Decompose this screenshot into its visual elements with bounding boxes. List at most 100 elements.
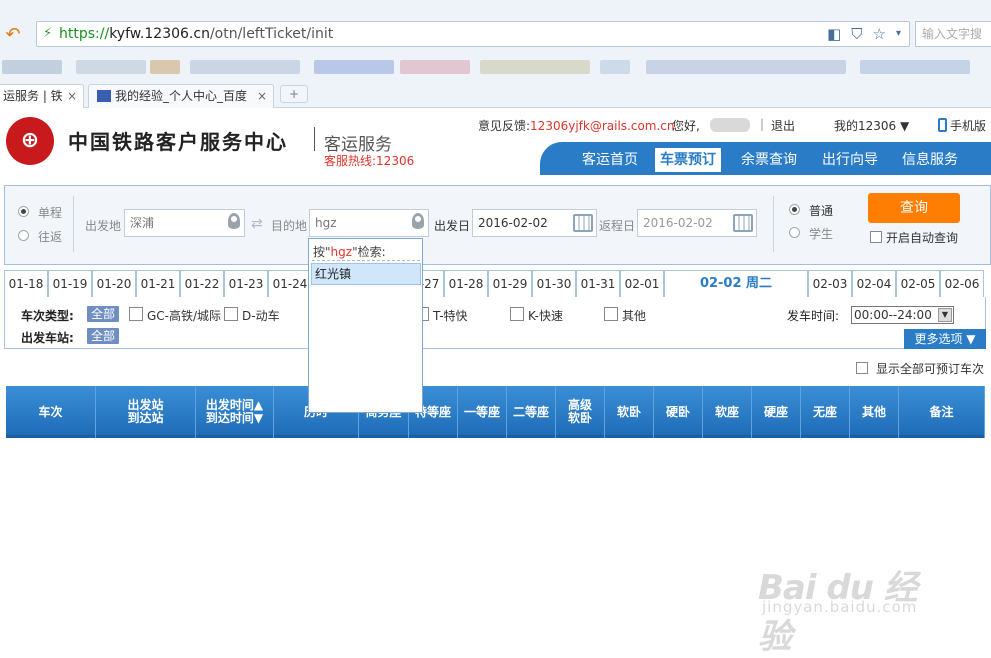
- show-all-checkbox[interactable]: [856, 362, 868, 374]
- col-header-soft-seat: 软座: [703, 386, 752, 438]
- more-options-button[interactable]: 更多选项 ▼: [904, 329, 986, 349]
- col-header-second-class: 二等座: [507, 386, 556, 438]
- nav-home[interactable]: 客运首页: [577, 148, 643, 172]
- query-button[interactable]: 查询: [868, 193, 960, 223]
- autocomplete-hint: 按"hgz"检索:: [313, 245, 386, 259]
- location-pin-icon: [228, 213, 240, 229]
- date-tab-01-22[interactable]: 01-22: [180, 270, 224, 298]
- autocomplete-result[interactable]: 红光镇: [311, 263, 421, 285]
- normal-ticket-label: 普通: [809, 204, 834, 218]
- close-icon[interactable]: ×: [67, 85, 77, 107]
- col-header-remarks: 备注: [899, 386, 985, 438]
- date-tabs: 01-1801-1901-2001-2101-2201-2301-2401-25…: [4, 270, 986, 298]
- swap-icon[interactable]: ⇄: [251, 216, 263, 232]
- tab-strip: 运服务 | 铁 × 我的经验_个人中心_百度 ×: [0, 82, 991, 108]
- date-tab-01-19[interactable]: 01-19: [48, 270, 92, 298]
- date-tab-02-04[interactable]: 02-04: [852, 270, 896, 298]
- chevron-down-icon: ▼: [938, 308, 952, 322]
- col-header-times[interactable]: 出发时间▲ 到达时间▼: [196, 386, 274, 438]
- feedback: 意见反馈:12306yjfk@rails.com.cn: [478, 119, 675, 133]
- depart-time-select[interactable]: 00:00--24:00 ▼: [851, 306, 954, 324]
- nav-remaining-tickets[interactable]: 余票查询: [736, 148, 802, 172]
- date-tab-02-06[interactable]: 02-06: [940, 270, 984, 298]
- baidu-favicon-icon: [97, 90, 111, 102]
- username-redacted[interactable]: [710, 118, 750, 132]
- round-trip-radio[interactable]: [18, 230, 29, 241]
- feedback-email-link[interactable]: 12306yjfk@rails.com.cn: [530, 119, 674, 133]
- new-tab-button[interactable]: +: [280, 85, 308, 103]
- filter-gc-checkbox[interactable]: GC-高铁/城际: [129, 307, 221, 324]
- col-header-first-class: 一等座: [458, 386, 507, 438]
- from-label: 出发地: [85, 219, 122, 233]
- col-header-soft-sleeper: 软卧: [605, 386, 654, 438]
- shield-icon[interactable]: ⛉: [851, 25, 862, 43]
- tab-12306[interactable]: 运服务 | 铁 ×: [0, 84, 84, 108]
- filter-d-checkbox[interactable]: D-动车: [224, 307, 280, 324]
- baidu-jingyan-watermark: Bai du 经验 jingyan.baidu.com: [758, 534, 938, 657]
- address-bar[interactable]: ⚡ https://kyfw.12306.cn/otn/leftTicket/i…: [36, 21, 910, 47]
- secure-bolt-icon: ⚡: [43, 26, 53, 41]
- date-tab-01-24[interactable]: 01-24: [268, 270, 312, 298]
- mobile-version-link[interactable]: 手机版: [938, 117, 986, 134]
- col-header-stations: 出发站 到达站: [96, 386, 196, 438]
- date-tab-01-28[interactable]: 01-28: [444, 270, 488, 298]
- star-icon[interactable]: ☆: [873, 25, 886, 43]
- back-arrow-icon[interactable]: ↶: [0, 22, 26, 48]
- station-autocomplete: 按"hgz"检索: 红光镇: [308, 238, 423, 413]
- nav-booking[interactable]: 车票预订: [655, 148, 721, 172]
- date-tab-02-02[interactable]: 02-02 周二: [664, 270, 808, 298]
- calendar-icon[interactable]: [733, 214, 753, 232]
- tab-baidu-jingyan[interactable]: 我的经验_个人中心_百度 ×: [88, 84, 274, 108]
- hotline: 客服热线:12306: [324, 154, 415, 168]
- url-text[interactable]: https://kyfw.12306.cn/otn/leftTicket/ini…: [59, 26, 333, 42]
- my12306-menu[interactable]: 我的12306 ▼: [834, 117, 909, 134]
- site-title: 中国铁路客户服务中心: [68, 130, 288, 154]
- col-header-hard-sleeper: 硬卧: [654, 386, 703, 438]
- date-tab-01-23[interactable]: 01-23: [224, 270, 268, 298]
- date-tab-01-30[interactable]: 01-30: [532, 270, 576, 298]
- student-ticket-label: 学生: [809, 227, 834, 241]
- date-tab-01-20[interactable]: 01-20: [92, 270, 136, 298]
- calendar-icon[interactable]: [573, 214, 593, 232]
- depart-date-label: 出发日: [434, 219, 471, 233]
- single-trip-label: 单程: [38, 206, 63, 220]
- filter-other-checkbox[interactable]: 其他: [604, 307, 646, 324]
- return-date-input[interactable]: 2016-02-02: [637, 209, 757, 237]
- auto-query-label: 开启自动查询: [886, 231, 959, 245]
- close-icon[interactable]: ×: [257, 85, 267, 107]
- date-tab-02-03[interactable]: 02-03: [808, 270, 852, 298]
- depart-time-label: 发车时间:: [787, 309, 840, 323]
- depart-date-input[interactable]: 2016-02-02: [472, 209, 597, 237]
- student-ticket-radio[interactable]: [789, 227, 800, 238]
- date-tab-01-31[interactable]: 01-31: [576, 270, 620, 298]
- to-label: 目的地: [271, 219, 308, 233]
- railway-logo-icon[interactable]: ⊕: [6, 117, 54, 165]
- train-type-all-button[interactable]: 全部: [87, 306, 120, 322]
- station-all-button[interactable]: 全部: [87, 328, 120, 344]
- auto-query-checkbox[interactable]: [870, 231, 882, 243]
- date-tab-01-21[interactable]: 01-21: [136, 270, 180, 298]
- round-trip-label: 往返: [38, 230, 63, 244]
- to-station-input[interactable]: hgz: [309, 209, 429, 237]
- logout-link[interactable]: 退出: [771, 117, 795, 134]
- date-tab-02-05[interactable]: 02-05: [896, 270, 940, 298]
- date-tab-01-18[interactable]: 01-18: [4, 270, 48, 298]
- date-tab-01-29[interactable]: 01-29: [488, 270, 532, 298]
- watermark-url: jingyan.baidu.com: [762, 598, 918, 616]
- browser-search-input[interactable]: 输入文字搜: [915, 21, 991, 47]
- from-station-input[interactable]: 深浦: [124, 209, 245, 237]
- show-all-label: 显示全部可预订车次: [876, 362, 985, 376]
- separator: |: [760, 117, 765, 131]
- col-header-other: 其他: [850, 386, 899, 438]
- single-trip-radio[interactable]: [18, 206, 29, 217]
- chevron-down-icon[interactable]: ▾: [896, 25, 901, 43]
- date-tab-02-01[interactable]: 02-01: [620, 270, 664, 298]
- normal-ticket-radio[interactable]: [789, 204, 800, 215]
- filter-k-checkbox[interactable]: K-快速: [510, 307, 563, 324]
- station-label: 出发车站:: [21, 331, 74, 345]
- nav-travel-guide[interactable]: 出行向导: [817, 148, 883, 172]
- greeting: 您好,: [672, 119, 700, 133]
- extension-icon[interactable]: ◧: [827, 25, 841, 43]
- train-type-label: 车次类型:: [21, 309, 74, 323]
- nav-info-service[interactable]: 信息服务: [897, 148, 963, 172]
